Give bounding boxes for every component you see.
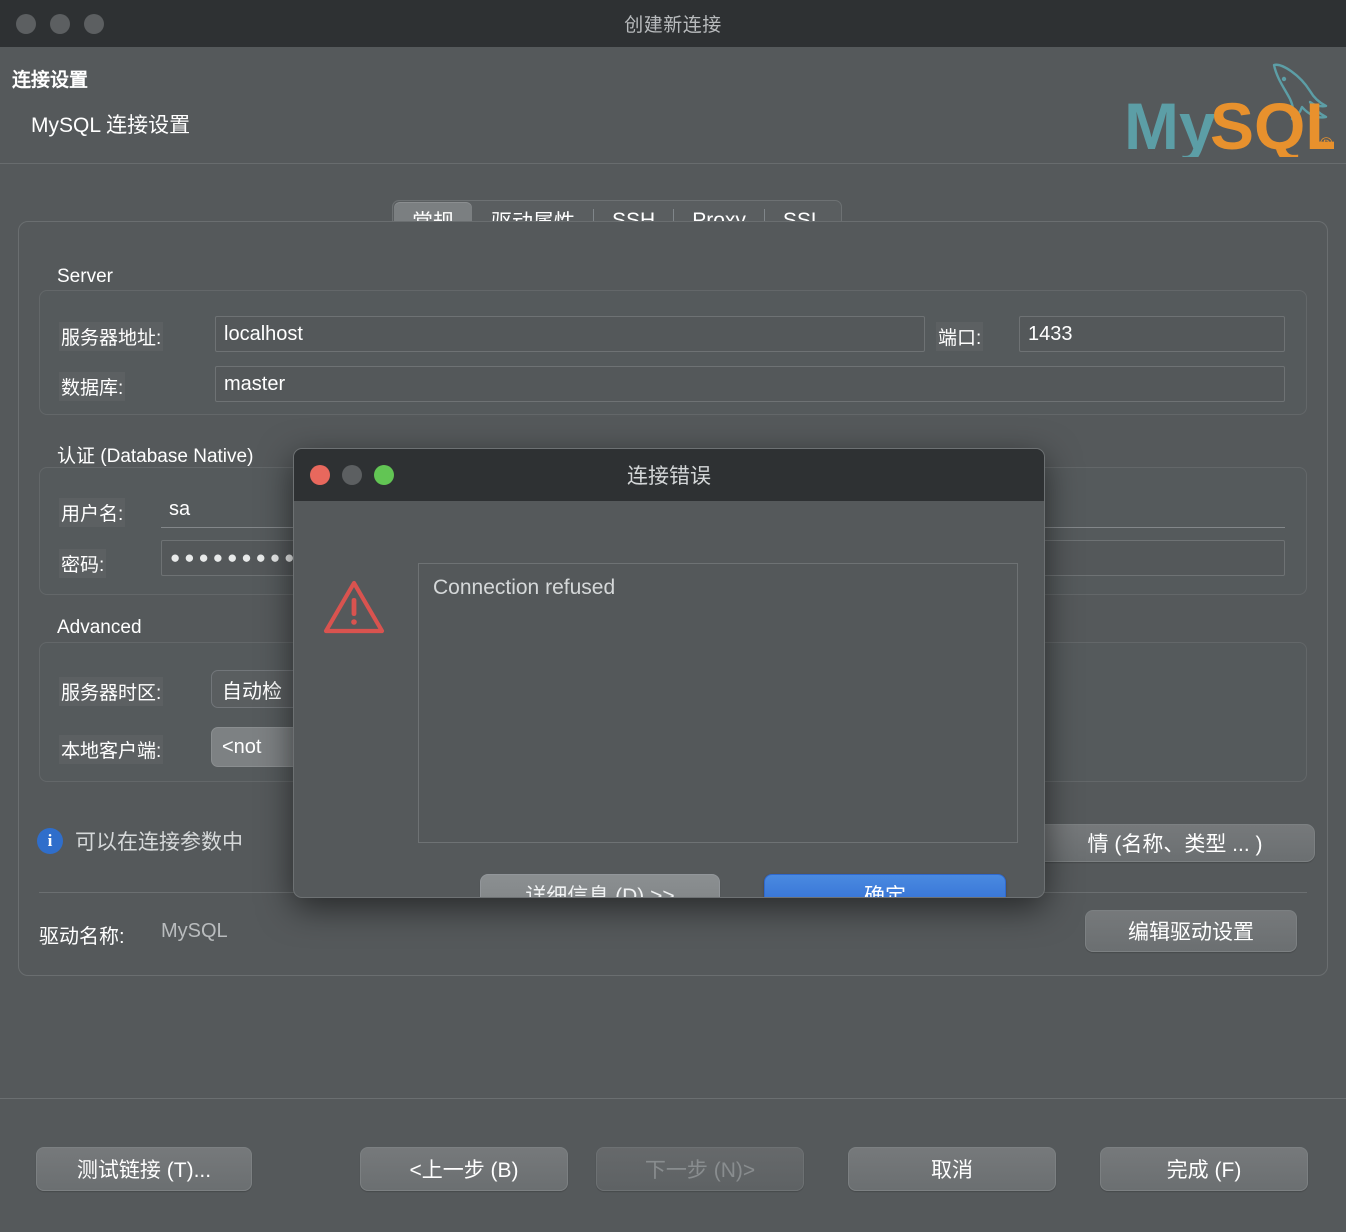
svg-text:My: My — [1124, 89, 1216, 157]
error-ok-button[interactable]: 确定 — [764, 874, 1006, 898]
error-message-text: Connection refused — [433, 576, 616, 599]
back-button[interactable]: <上一步 (B) — [360, 1147, 568, 1191]
error-ok-button-label: 确定 — [864, 884, 906, 898]
edit-driver-settings-button[interactable]: 编辑驱动设置 — [1085, 910, 1297, 952]
test-connection-label: 测试链接 (T)... — [76, 1159, 212, 1182]
host-input[interactable]: localhost — [215, 316, 925, 352]
port-label: 端口: — [936, 322, 984, 351]
connection-details-button-label: 情 (名称、类型 ... ) — [1087, 833, 1263, 856]
create-connection-window: 创建新连接 连接设置 MySQL 连接设置 My SQL ® 常规 驱动属性 — [0, 0, 1346, 1232]
error-message-box: Connection refused — [418, 563, 1018, 843]
username-label: 用户名: — [59, 498, 126, 527]
error-details-button-label: 详细信息 (D) >> — [525, 884, 675, 898]
password-label: 密码: — [59, 549, 107, 578]
database-input[interactable]: master — [215, 366, 1285, 402]
svg-text:®: ® — [1320, 134, 1333, 153]
local-client-label: 本地客户端: — [59, 735, 164, 764]
server-timezone-value: 自动检 — [222, 680, 282, 703]
warning-triangle-icon — [322, 579, 386, 635]
test-connection-button[interactable]: 测试链接 (T)... — [36, 1147, 252, 1191]
server-timezone-label: 服务器时区: — [59, 677, 164, 706]
cancel-button-label: 取消 — [931, 1159, 973, 1182]
connection-params-hint: i 可以在连接参数中 — [37, 826, 243, 856]
edit-driver-settings-label: 编辑驱动设置 — [1128, 921, 1254, 944]
dialog-header: 连接设置 MySQL 连接设置 My SQL ® — [0, 47, 1346, 164]
header-title: 连接设置 — [12, 70, 89, 91]
server-group-label: Server — [57, 266, 113, 287]
error-dialog-titlebar: 连接错误 — [294, 449, 1044, 501]
local-client-value: <not — [222, 735, 262, 758]
window-titlebar: 创建新连接 — [0, 0, 1346, 47]
database-label: 数据库: — [59, 372, 126, 401]
driver-name-value: MySQL — [161, 920, 228, 942]
footer-separator — [0, 1098, 1346, 1099]
finish-button[interactable]: 完成 (F) — [1100, 1147, 1308, 1191]
advanced-group-label: Advanced — [57, 617, 142, 638]
header-subtitle: MySQL 连接设置 — [31, 114, 191, 137]
error-dialog-title: 连接错误 — [627, 465, 711, 488]
auth-group-label: 认证 (Database Native) — [57, 446, 254, 467]
port-input[interactable]: 1433 — [1019, 316, 1285, 352]
driver-name-label: 驱动名称: — [39, 926, 125, 948]
back-button-label: <上一步 (B) — [409, 1159, 519, 1182]
finish-button-label: 完成 (F) — [1166, 1159, 1242, 1182]
host-label: 服务器地址: — [59, 322, 164, 351]
cancel-button[interactable]: 取消 — [848, 1147, 1056, 1191]
connection-details-button[interactable]: 情 (名称、类型 ... ) — [1035, 824, 1315, 862]
info-icon: i — [37, 828, 63, 854]
window-title: 创建新连接 — [624, 15, 722, 36]
connection-params-hint-text: 可以在连接参数中 — [75, 831, 243, 854]
error-details-button[interactable]: 详细信息 (D) >> — [480, 874, 720, 898]
error-dialog-body: Connection refused 详细信息 (D) >> 确定 — [294, 501, 1044, 898]
next-button-label: 下一步 (N)> — [644, 1159, 756, 1182]
mysql-dolphin-logo: My SQL ® — [1124, 57, 1334, 157]
connection-error-dialog: 连接错误 Connection refused 详细信息 (D) >> 确定 — [293, 448, 1045, 898]
next-button: 下一步 (N)> — [596, 1147, 804, 1191]
svg-text:SQL: SQL — [1210, 89, 1334, 157]
